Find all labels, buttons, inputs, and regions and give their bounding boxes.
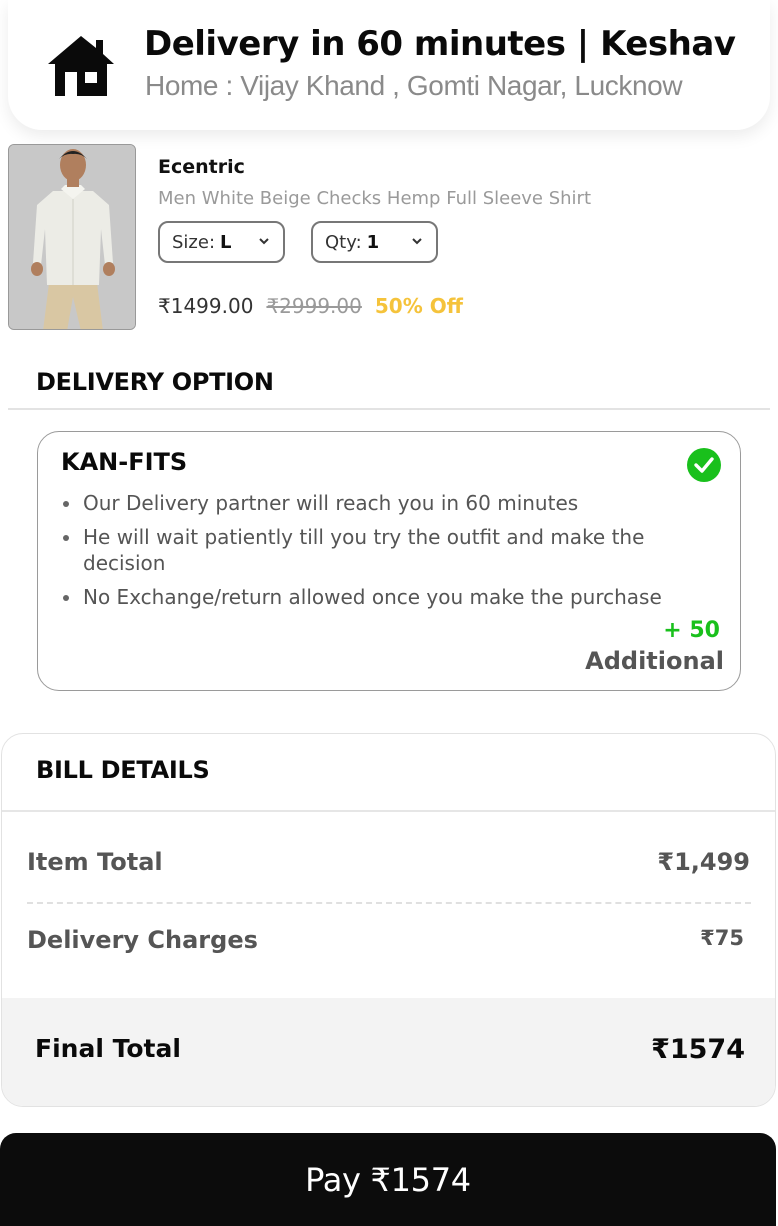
list-item: No Exchange/return allowed once you make… <box>61 584 701 610</box>
section-divider <box>8 408 770 410</box>
check-circle-icon[interactable] <box>686 447 722 483</box>
discount-badge: 50% Off <box>374 294 463 318</box>
size-value: L <box>220 231 232 253</box>
delivery-option-card[interactable]: KAN-FITS Our Delivery partner will reach… <box>37 431 741 691</box>
product-image[interactable] <box>8 144 136 330</box>
price-row: ₹1499.00 ₹2999.00 50% Off <box>158 294 463 318</box>
additional-charge-amount: + 50 <box>663 618 720 643</box>
dashed-divider <box>27 902 751 904</box>
page-title: Delivery in 60 minutes | Keshav <box>144 24 736 64</box>
chevron-down-icon <box>259 238 269 245</box>
qty-value: 1 <box>366 231 380 253</box>
product-brand: Ecentric <box>158 156 245 178</box>
delivery-charges-value: ₹75 <box>700 926 744 950</box>
size-label: Size: <box>172 231 216 253</box>
delivery-features-list: Our Delivery partner will reach you in 6… <box>61 490 701 618</box>
size-select[interactable]: Size: L <box>158 221 285 263</box>
selling-price: ₹1499.00 <box>158 294 254 318</box>
list-item: He will wait patiently till you try the … <box>61 524 701 576</box>
item-total-row: Item Total ₹1,499 <box>27 848 750 876</box>
item-total-label: Item Total <box>27 848 163 876</box>
section-divider <box>2 810 775 812</box>
delivery-option-name: KAN-FITS <box>61 448 188 476</box>
delivery-option-heading: DELIVERY OPTION <box>36 368 274 396</box>
delivery-address[interactable]: Home : Vijay Khand , Gomti Nagar, Luckno… <box>145 70 683 102</box>
delivery-header[interactable]: Delivery in 60 minutes | Keshav Home : V… <box>8 0 770 130</box>
bill-details-heading: BILL DETAILS <box>36 756 210 784</box>
list-item: Our Delivery partner will reach you in 6… <box>61 490 701 516</box>
pay-button[interactable]: Pay ₹1574 <box>0 1133 776 1226</box>
qty-label: Qty: <box>325 231 362 253</box>
final-total-row: Final Total ₹1574 <box>35 1034 745 1065</box>
item-total-value: ₹1,499 <box>657 848 750 876</box>
chevron-down-icon <box>412 238 422 245</box>
bill-details-card: BILL DETAILS Item Total ₹1,499 Delivery … <box>1 733 776 1107</box>
delivery-charges-label: Delivery Charges <box>27 926 258 954</box>
quantity-select[interactable]: Qty: 1 <box>311 221 438 263</box>
final-total-value: ₹1574 <box>651 1034 745 1065</box>
final-total-label: Final Total <box>35 1034 181 1063</box>
home-icon <box>48 36 114 96</box>
delivery-charges-row: Delivery Charges ₹75 <box>27 926 750 954</box>
product-name: Men White Beige Checks Hemp Full Sleeve … <box>158 188 592 209</box>
original-price: ₹2999.00 <box>266 294 362 318</box>
shirt-model-illustration <box>9 145 135 329</box>
additional-charge-label: Additional <box>585 647 724 675</box>
